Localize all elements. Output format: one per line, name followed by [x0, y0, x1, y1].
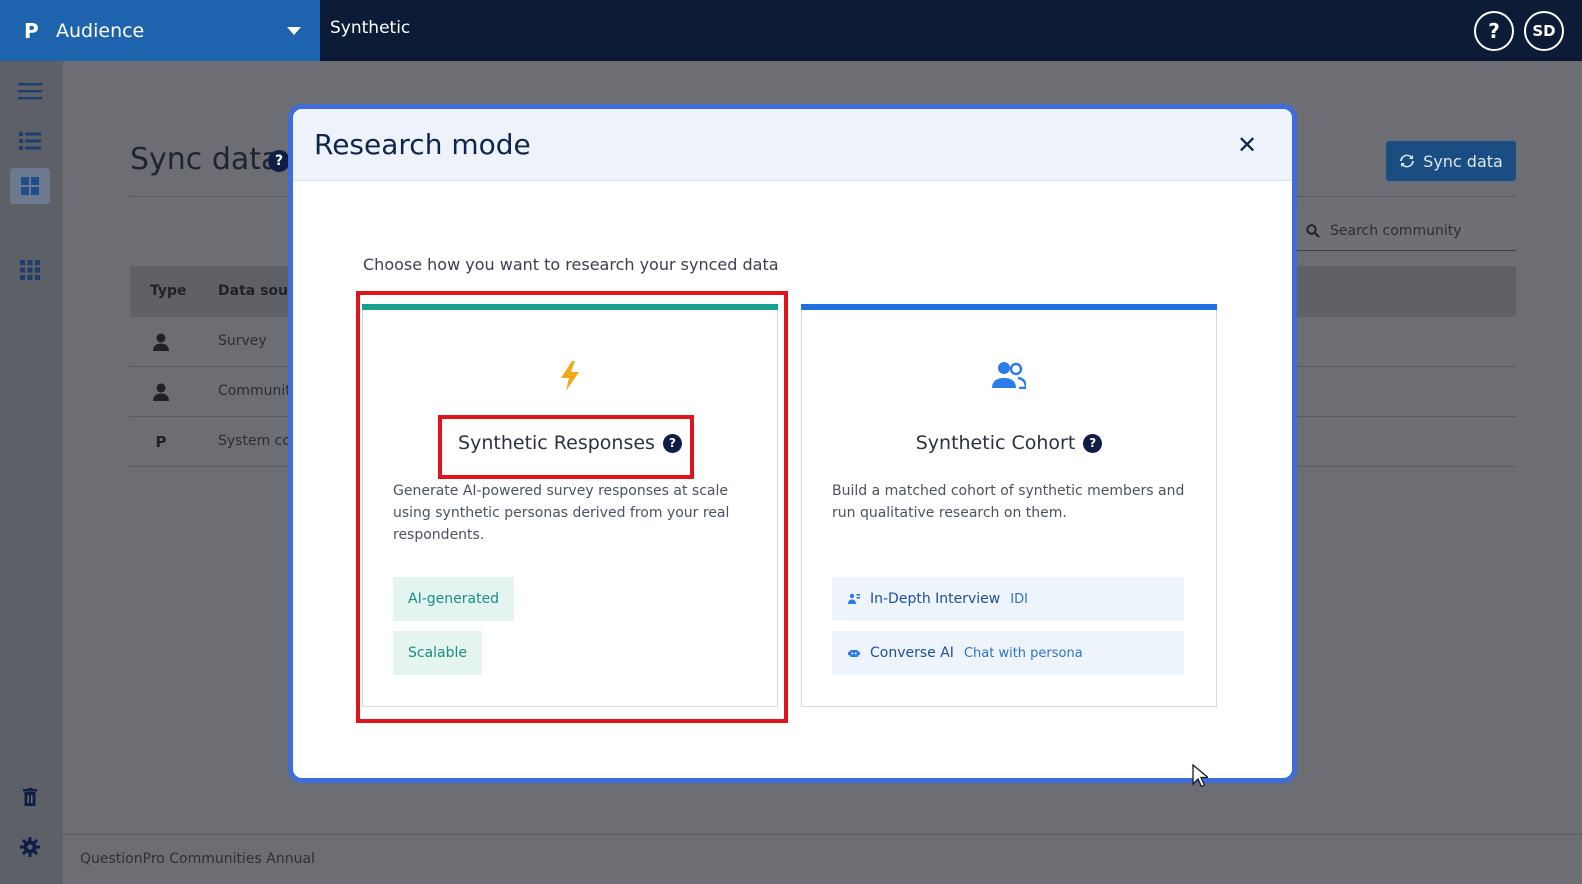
- highlight-title-outline: [438, 415, 694, 479]
- app-name: Audience: [56, 19, 145, 42]
- dashboard-icon[interactable]: [10, 168, 50, 204]
- row-source: Communit: [218, 383, 291, 399]
- interview-icon: [848, 593, 860, 604]
- synthetic-cohort-card[interactable]: Synthetic Cohort ? Build a matched cohor…: [801, 304, 1217, 707]
- option-label: Converse AI: [870, 645, 954, 661]
- card-title: Synthetic Cohort: [915, 432, 1076, 454]
- help-icon[interactable]: ?: [1083, 433, 1103, 453]
- sync-icon: [1400, 154, 1415, 168]
- card-description: Build a matched cohort of synthetic memb…: [832, 483, 1185, 521]
- row-source: System co: [218, 433, 291, 449]
- highlight-card-outline: [356, 291, 788, 723]
- option-tag: Chat with persona: [963, 645, 1083, 661]
- search-placeholder: Search community: [1330, 222, 1462, 239]
- trash-icon[interactable]: [10, 779, 50, 815]
- search-icon: [1306, 223, 1320, 238]
- mouse-cursor-icon: [1192, 764, 1208, 788]
- help-button[interactable]: ?: [1474, 11, 1514, 51]
- app-switcher[interactable]: P Audience: [0, 0, 320, 61]
- brand-p-icon: P: [155, 433, 167, 451]
- hamburger-menu-icon[interactable]: [10, 73, 50, 109]
- page-title: Sync data: [130, 142, 280, 177]
- user-avatar[interactable]: SD: [1524, 11, 1564, 51]
- footer-text: QuestionPro Communities Annual: [80, 851, 315, 867]
- modal-subtitle: Choose how you want to research your syn…: [363, 255, 779, 274]
- sync-data-label: Sync data: [1423, 151, 1503, 171]
- option-in-depth-interview[interactable]: In-Depth Interview IDI: [832, 577, 1184, 621]
- option-tag: IDI: [1010, 591, 1028, 607]
- person-icon: [152, 382, 170, 402]
- card-accent-bar: [801, 304, 1217, 310]
- footer: QuestionPro Communities Annual: [63, 834, 1582, 884]
- users-icon: [802, 361, 1216, 389]
- close-icon[interactable]: ✕: [1235, 131, 1259, 159]
- option-converse-ai[interactable]: Converse AI Chat with persona: [832, 631, 1184, 675]
- column-type: Type: [150, 283, 187, 299]
- caret-down-icon[interactable]: [287, 27, 301, 35]
- robot-icon: [848, 650, 860, 657]
- search-community-input[interactable]: Search community: [1296, 211, 1516, 251]
- top-bar: P Audience Synthetic ? SD: [0, 0, 1582, 61]
- option-label: In-Depth Interview: [870, 591, 1001, 607]
- sync-data-button[interactable]: Sync data: [1386, 141, 1516, 181]
- apps-grid-icon[interactable]: [10, 252, 50, 288]
- row-source: Survey: [218, 333, 267, 349]
- person-icon: [152, 332, 170, 352]
- page-help-icon[interactable]: ?: [268, 150, 290, 172]
- settings-gear-icon[interactable]: [10, 829, 50, 865]
- brand-logo: P: [24, 18, 39, 43]
- sidebar: [0, 61, 63, 884]
- card-title-row: Synthetic Cohort ?: [802, 432, 1216, 454]
- module-title: Synthetic: [330, 18, 411, 38]
- modal-header: Research mode ✕: [293, 109, 1292, 181]
- modal-title: Research mode: [314, 128, 531, 161]
- list-icon[interactable]: [10, 123, 50, 159]
